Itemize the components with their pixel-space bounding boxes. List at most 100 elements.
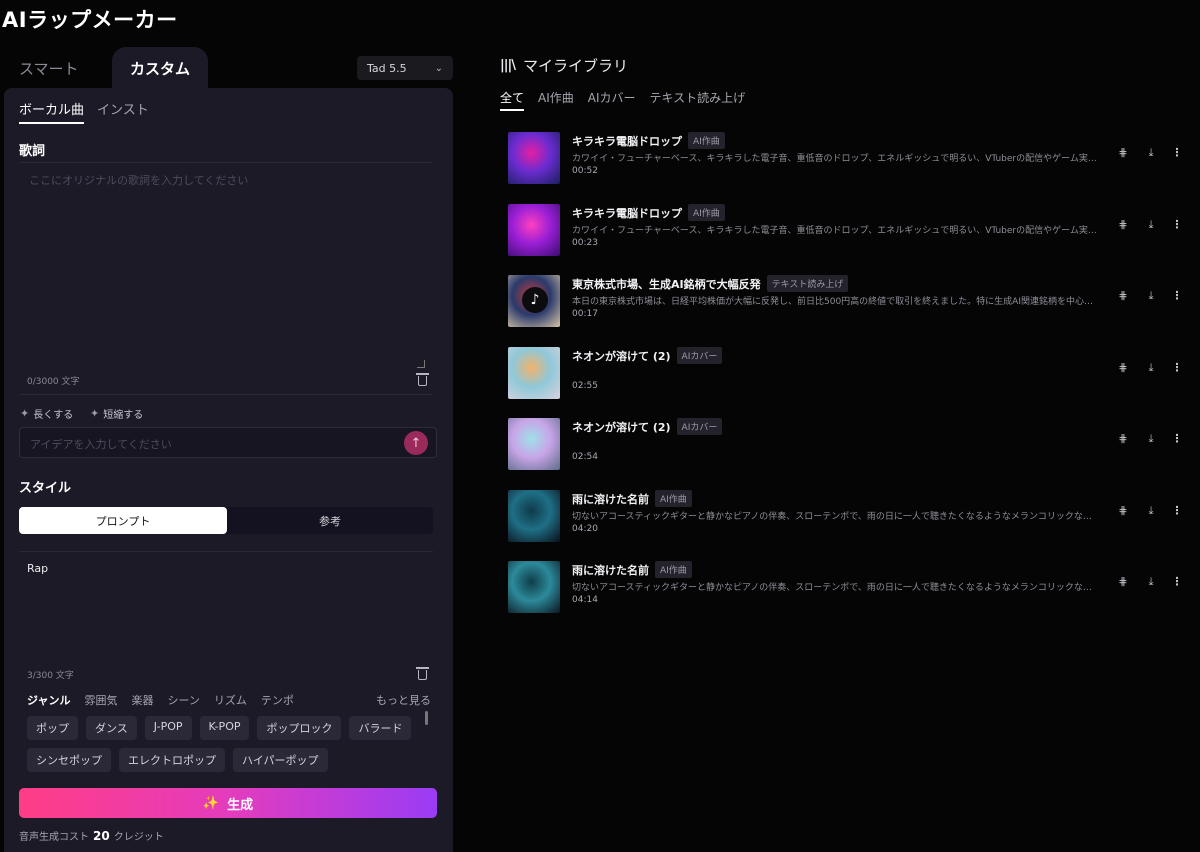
style-tab-prompt[interactable]: プロンプト — [19, 507, 227, 534]
send-idea-button[interactable]: ↑ — [404, 431, 428, 455]
track-thumbnail[interactable] — [508, 561, 560, 613]
genre-chip[interactable]: シンセポップ — [27, 748, 111, 772]
share-icon[interactable]: ⋕ — [1116, 575, 1130, 588]
download-icon[interactable]: ⤓ — [1144, 504, 1158, 518]
download-icon[interactable]: ⤓ — [1144, 575, 1158, 589]
share-icon[interactable]: ⋕ — [1116, 218, 1130, 231]
track-title: 東京株式市場、生成AI銘柄で大幅反発 — [572, 277, 761, 291]
track-type-badge: AI作曲 — [655, 561, 692, 578]
category-rhythm[interactable]: リズム — [214, 692, 247, 708]
track-thumbnail[interactable] — [508, 132, 560, 184]
model-select[interactable]: Tad 5.5 ⌄ — [357, 56, 453, 80]
shorten-button[interactable]: ✦ 短縮する — [90, 406, 143, 421]
more-vertical-icon[interactable]: ⋮ — [1170, 218, 1184, 231]
track-type-badge: AI作曲 — [688, 132, 725, 149]
genre-chip[interactable]: ハイパーポップ — [233, 748, 328, 772]
genre-chip[interactable]: バラード — [349, 716, 412, 740]
genre-chip-list: ポップ ダンス J-POP K-POP ポップロック バラード シンセポップ エ… — [27, 716, 419, 772]
sparkle-small-icon: ✦ — [90, 407, 100, 420]
track-row[interactable]: ♪ 東京株式市場、生成AI銘柄で大幅反発 テキスト読み上げ本日の東京株式市場は、日経… — [508, 275, 1188, 327]
track-duration: 02:55 — [572, 381, 598, 391]
track-type-badge: AI作曲 — [688, 204, 725, 221]
style-tab-reference[interactable]: 参考 — [227, 507, 433, 534]
more-vertical-icon[interactable]: ⋮ — [1170, 432, 1184, 445]
style-divider — [19, 551, 433, 552]
track-row[interactable]: 雨に溶けた名前 AI作曲 切ないアコースティックギターと静かなピアノの伴奏、スローテ… — [508, 490, 1188, 542]
track-title-line: キラキラ電脳ドロップ AI作曲 — [572, 204, 725, 221]
trash-icon[interactable] — [416, 667, 429, 680]
share-icon[interactable]: ⋕ — [1116, 432, 1130, 445]
track-duration: 04:20 — [572, 524, 598, 534]
resize-grip-icon[interactable] — [417, 360, 425, 368]
track-row[interactable]: 雨に溶けた名前 AI作曲 切ないアコースティックギターと静かなピアノの伴奏、スローテ… — [508, 561, 1188, 613]
genre-chip[interactable]: エレクトロポップ — [119, 748, 225, 772]
genre-chip[interactable]: ポップ — [27, 716, 78, 740]
lyrics-heading: 歌詞 — [19, 144, 46, 159]
track-row[interactable]: ネオンが溶けて (2) AIカバー 02:55 ⋕ ⤓ ⋮ — [508, 347, 1188, 399]
cost-prefix: 音声生成コスト — [19, 832, 89, 843]
track-row[interactable]: ネオンが溶けて (2) AIカバー 02:54 ⋕ ⤓ ⋮ — [508, 418, 1188, 470]
track-thumbnail[interactable]: ♪ — [508, 275, 560, 327]
track-title-line: 東京株式市場、生成AI銘柄で大幅反発 テキスト読み上げ — [572, 275, 849, 292]
shorten-label: 短縮する — [103, 410, 144, 421]
track-thumbnail[interactable] — [508, 204, 560, 256]
track-thumbnail[interactable] — [508, 418, 560, 470]
more-vertical-icon[interactable]: ⋮ — [1170, 289, 1184, 302]
track-row[interactable]: キラキラ電脳ドロップ AI作曲カワイイ・フューチャーベース、キラキラした電子音、重… — [508, 204, 1188, 256]
custom-panel: ボーカル曲 インスト 歌詞 ここにオリジナルの歌詞を入力してください 0/300… — [4, 88, 453, 852]
genre-chip[interactable]: ダンス — [86, 716, 137, 740]
track-thumbnail[interactable] — [508, 347, 560, 399]
category-instrument[interactable]: 楽器 — [131, 692, 153, 708]
library-tab-ai-cover[interactable]: AIカバー — [588, 89, 636, 111]
share-icon[interactable]: ⋕ — [1116, 146, 1130, 159]
more-vertical-icon[interactable]: ⋮ — [1170, 504, 1184, 517]
download-icon[interactable]: ⤓ — [1144, 289, 1158, 303]
track-row[interactable]: キラキラ電脳ドロップ AI作曲 カワイイ・フューチャーベース、キラキラした電子音、重… — [508, 132, 1188, 184]
idea-placeholder: アイデアを入力してください — [30, 438, 172, 451]
more-vertical-icon[interactable]: ⋮ — [1170, 146, 1184, 159]
tab-smart[interactable]: スマート — [19, 58, 79, 79]
more-vertical-icon[interactable]: ⋮ — [1170, 361, 1184, 374]
share-icon[interactable]: ⋕ — [1116, 361, 1130, 374]
style-counter: 3/300 文字 — [27, 671, 74, 681]
download-icon[interactable]: ⤓ — [1144, 432, 1158, 446]
category-genre[interactable]: ジャンル — [27, 692, 70, 708]
track-duration: 00:52 — [572, 166, 598, 176]
trash-icon[interactable] — [416, 373, 429, 386]
style-prompt-text[interactable]: Rap — [27, 562, 48, 575]
subtab-vocal[interactable]: ボーカル曲 — [19, 99, 85, 124]
genre-chip[interactable]: J-POP — [144, 716, 192, 740]
tab-custom[interactable]: カスタム — [130, 58, 190, 79]
idea-input[interactable]: アイデアを入力してください — [19, 427, 437, 458]
extend-button[interactable]: ✦ 長くする — [20, 406, 73, 421]
track-description: カワイイ・フューチャーベース、キラキラした電子音、重低音のドロップ、エネルギッシ… — [572, 226, 1100, 236]
category-tempo[interactable]: テンポ — [261, 692, 294, 708]
track-title-line: ネオンが溶けて (2) AIカバー — [572, 418, 723, 435]
subtab-instrumental[interactable]: インスト — [97, 99, 149, 118]
generate-button[interactable]: ✨ 生成 — [19, 788, 437, 818]
library-tab-ai-compose[interactable]: AI作曲 — [538, 89, 574, 111]
download-icon[interactable]: ⤓ — [1144, 361, 1158, 375]
download-icon[interactable]: ⤓ — [1144, 146, 1158, 160]
model-select-value: Tad 5.5 — [367, 61, 407, 75]
track-description: 本日の東京株式市場は、日経平均株価が大幅に反発し、前日比500円高の終値で取引を… — [572, 297, 1100, 307]
chip-scrollbar[interactable] — [425, 711, 428, 725]
extend-label: 長くする — [33, 410, 74, 421]
genre-chip[interactable]: ポップロック — [257, 716, 342, 740]
lyrics-placeholder: ここにオリジナルの歌詞を入力してください — [29, 174, 249, 187]
lyrics-counter: 0/3000 文字 — [27, 377, 80, 387]
category-scene[interactable]: シーン — [167, 692, 199, 708]
track-description: 切ないアコースティックギターと静かなピアノの伴奏、スローテンポで、雨の日に一人で… — [572, 512, 1100, 522]
lyrics-textarea[interactable]: ここにオリジナルの歌詞を入力してください — [19, 164, 433, 374]
track-thumbnail[interactable] — [508, 490, 560, 542]
library-tab-tts[interactable]: テキスト読み上げ — [650, 89, 746, 111]
genre-chip[interactable]: K-POP — [199, 716, 250, 740]
library-tab-all[interactable]: 全て — [500, 89, 525, 111]
share-icon[interactable]: ⋕ — [1116, 289, 1130, 302]
category-mood[interactable]: 雰囲気 — [84, 692, 117, 708]
track-title: 雨に溶けた名前 — [572, 492, 649, 506]
see-more-link[interactable]: もっと見る — [376, 692, 431, 708]
download-icon[interactable]: ⤓ — [1144, 218, 1158, 232]
share-icon[interactable]: ⋕ — [1116, 504, 1130, 517]
more-vertical-icon[interactable]: ⋮ — [1170, 575, 1184, 588]
